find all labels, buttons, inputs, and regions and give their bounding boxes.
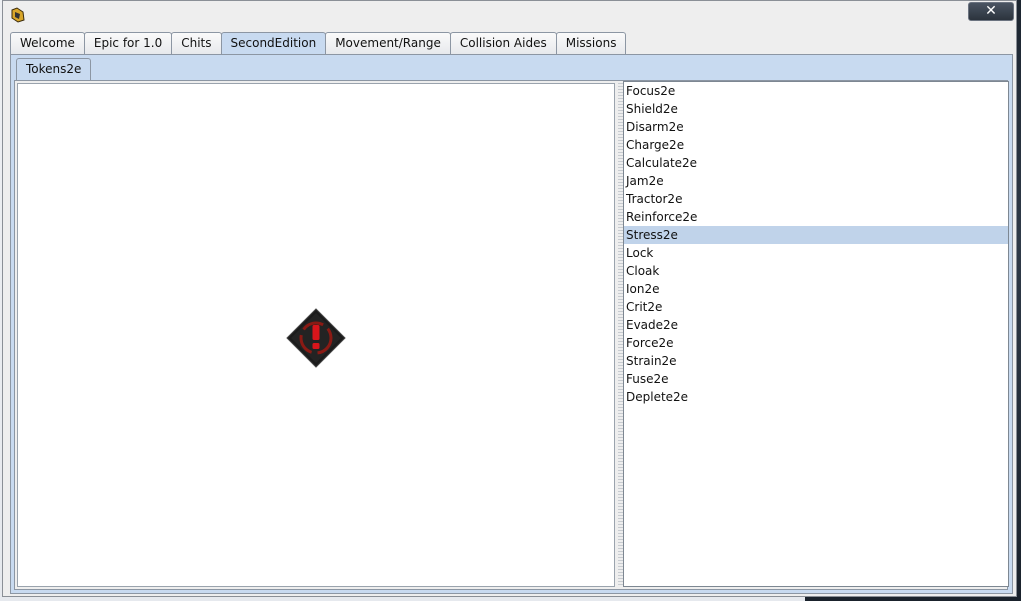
title-bar: ✕: [3, 1, 1016, 29]
tab-missions[interactable]: Missions: [555, 32, 627, 54]
main-tabs: Welcome Epic for 1.0 Chits SecondEdition Mov…: [10, 32, 627, 54]
tab-epic-for-1-0[interactable]: Epic for 1.0: [83, 32, 173, 54]
list-item[interactable]: Fuse2e: [624, 370, 1008, 388]
chooser-window: ✕ Welcome Epic for 1.0 Chits SecondEdition M…: [2, 0, 1017, 597]
tokens-panel: Focus2e Shield2e Disarm2e Charge2e Calculate…: [14, 80, 1009, 590]
list-item[interactable]: Calculate2e: [624, 154, 1008, 172]
list-item[interactable]: Strain2e: [624, 352, 1008, 370]
list-item[interactable]: Cloak: [624, 262, 1008, 280]
list-item[interactable]: Charge2e: [624, 136, 1008, 154]
close-button[interactable]: ✕: [968, 2, 1014, 21]
tab-movement-range[interactable]: Movement/Range: [325, 32, 451, 54]
stress-token-icon: [286, 308, 346, 368]
tab-welcome[interactable]: Welcome: [10, 32, 85, 54]
token-list[interactable]: Focus2e Shield2e Disarm2e Charge2e Calculate…: [623, 81, 1009, 587]
tab-tokens2e[interactable]: Tokens2e: [16, 58, 92, 80]
list-item[interactable]: Shield2e: [624, 100, 1008, 118]
list-item[interactable]: Deplete2e: [624, 388, 1008, 406]
tab-secondedition[interactable]: SecondEdition: [220, 32, 327, 54]
tab-chits[interactable]: Chits: [171, 32, 222, 54]
list-item[interactable]: Force2e: [624, 334, 1008, 352]
list-item[interactable]: Focus2e: [624, 82, 1008, 100]
list-item[interactable]: Ion2e: [624, 280, 1008, 298]
list-item[interactable]: Tractor2e: [624, 190, 1008, 208]
token-preview-canvas[interactable]: [17, 83, 615, 587]
list-item[interactable]: Evade2e: [624, 316, 1008, 334]
list-item[interactable]: Reinforce2e: [624, 208, 1008, 226]
list-item[interactable]: Stress2e: [624, 226, 1008, 244]
list-item[interactable]: Jam2e: [624, 172, 1008, 190]
app-icon: [11, 7, 25, 23]
tab-collision-aides[interactable]: Collision Aides: [449, 32, 557, 54]
list-item[interactable]: Lock: [624, 244, 1008, 262]
list-item[interactable]: Disarm2e: [624, 118, 1008, 136]
list-item[interactable]: Crit2e: [624, 298, 1008, 316]
tab-panel-secondedition: Tokens2e Focus2e Shield2e Disarm2e Charge2e…: [10, 54, 1013, 594]
